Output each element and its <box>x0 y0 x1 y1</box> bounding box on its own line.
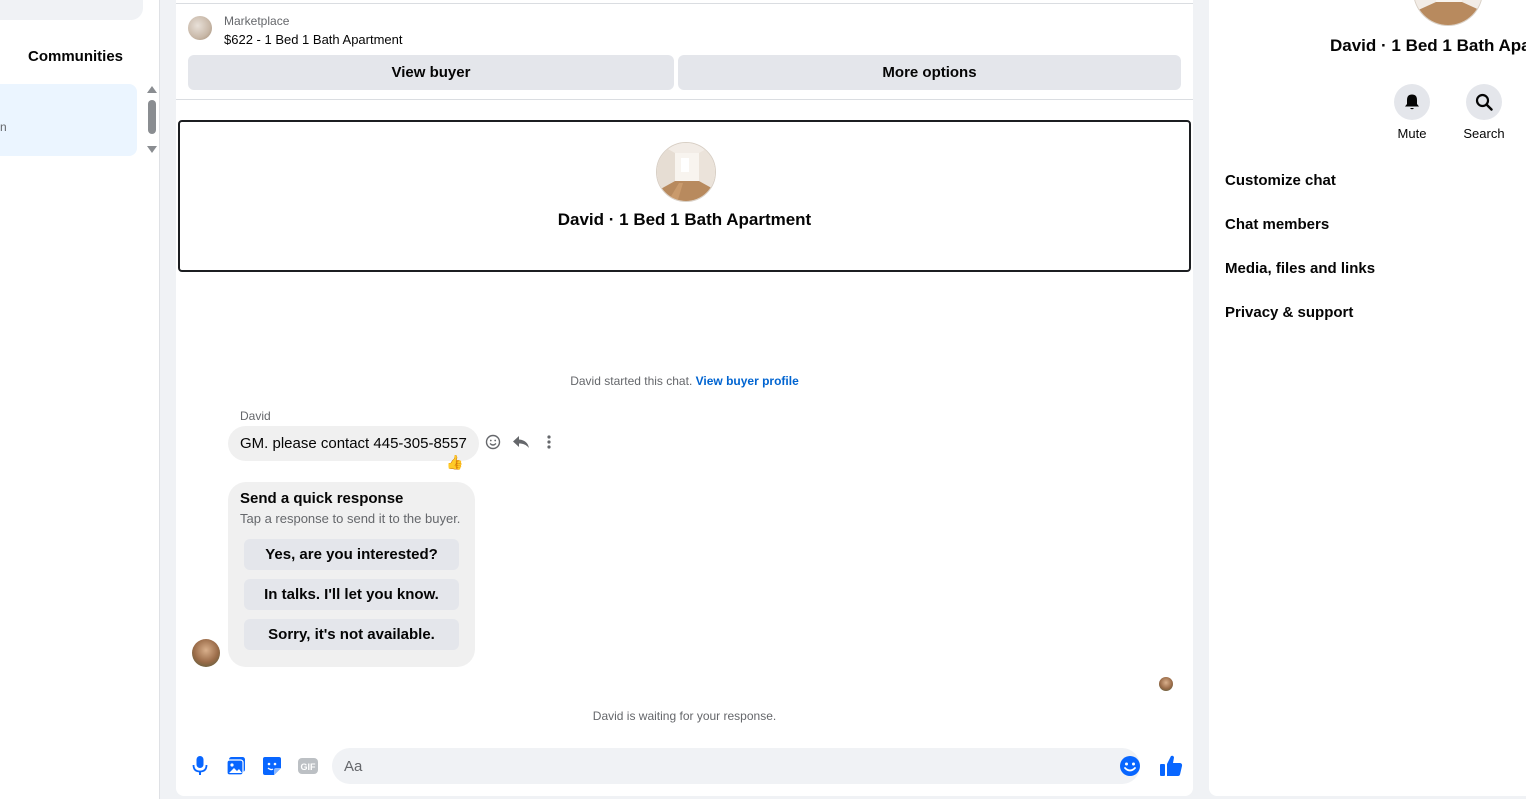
chat-header-title: David · 1 Bed 1 Bath Apartment <box>557 210 812 229</box>
left-sidebar: Communities n <box>0 0 160 799</box>
photo-icon[interactable] <box>224 754 248 778</box>
search-label: Search <box>1463 126 1505 141</box>
quick-response-subtitle: Tap a response to send it to the buyer. <box>240 511 461 526</box>
left-top-search-area[interactable] <box>0 0 143 20</box>
gif-icon[interactable]: GIF <box>296 754 320 778</box>
view-buyer-button[interactable]: View buyer <box>188 55 674 90</box>
listing-source: Marketplace <box>224 14 290 28</box>
scroll-down-arrow-icon[interactable] <box>147 146 157 153</box>
listing-title[interactable]: $622 - 1 Bed 1 Bath Apartment <box>224 32 403 47</box>
message-bubble[interactable]: GM. please contact 445-305-8557 <box>228 426 479 461</box>
quick-response-option[interactable]: Sorry, it's not available. <box>244 619 459 650</box>
listing-avatar[interactable] <box>656 142 716 202</box>
message-reaction[interactable]: 👍 <box>446 454 463 471</box>
composer-actions: GIF <box>188 754 320 778</box>
scrollbar-thumb[interactable] <box>148 100 156 134</box>
view-buyer-profile-link[interactable]: View buyer profile <box>696 374 799 388</box>
chat-panel: Marketplace $622 - 1 Bed 1 Bath Apartmen… <box>176 0 1193 796</box>
bell-icon <box>1405 94 1419 110</box>
listing-bar: Marketplace $622 - 1 Bed 1 Bath Apartmen… <box>176 3 1193 100</box>
svg-text:GIF: GIF <box>301 762 317 772</box>
chat-info-avatar[interactable] <box>1413 0 1483 26</box>
quick-response-option[interactable]: In talks. I'll let you know. <box>244 579 459 610</box>
chat-info-title: David · 1 Bed 1 Bath Apart <box>1330 36 1526 55</box>
sender-avatar[interactable] <box>192 639 220 667</box>
media-files-links-item[interactable]: Media, files and links <box>1225 260 1375 277</box>
waiting-notice: David is waiting for your response. <box>592 709 777 723</box>
mute-action[interactable]: Mute <box>1387 84 1437 141</box>
microphone-icon[interactable] <box>188 754 212 778</box>
selected-chat-item-text: n <box>0 120 7 134</box>
message-actions <box>484 433 558 451</box>
emoji-icon[interactable] <box>1118 754 1142 778</box>
privacy-support-item[interactable]: Privacy & support <box>1225 304 1353 321</box>
reply-icon[interactable] <box>512 433 530 451</box>
listing-thumbnail[interactable] <box>188 16 212 40</box>
customize-chat-item[interactable]: Customize chat <box>1225 172 1336 189</box>
chat-started-text: David started this chat. <box>570 374 693 388</box>
quick-response-option[interactable]: Yes, are you interested? <box>244 539 459 570</box>
messenger-window: Communities n Marketplace $622 - 1 Bed 1… <box>0 0 1526 799</box>
chat-members-item[interactable]: Chat members <box>1225 216 1329 233</box>
mute-button[interactable] <box>1394 84 1430 120</box>
scroll-up-arrow-icon[interactable] <box>147 86 157 93</box>
react-smiley-icon[interactable] <box>484 433 502 451</box>
quick-response-card: Send a quick response Tap a response to … <box>228 482 475 667</box>
search-icon <box>1475 93 1493 111</box>
chat-started-notice: David started this chat. View buyer prof… <box>176 374 1193 388</box>
search-action[interactable]: Search <box>1459 84 1509 141</box>
mute-label: Mute <box>1397 126 1427 141</box>
message-input[interactable] <box>332 748 1140 784</box>
quick-response-title: Send a quick response <box>240 490 404 507</box>
search-button[interactable] <box>1466 84 1502 120</box>
selected-chat-item[interactable]: n <box>0 84 137 156</box>
read-receipt-avatar <box>1159 677 1173 691</box>
more-options-button[interactable]: More options <box>678 55 1181 90</box>
tab-communities[interactable]: Communities <box>28 48 123 65</box>
message-text: GM. please contact 445-305-8557 <box>240 435 467 452</box>
sticker-icon[interactable] <box>260 754 284 778</box>
chat-header-card: David · 1 Bed 1 Bath Apartment <box>178 120 1191 272</box>
chat-info-panel: David · 1 Bed 1 Bath Apart Mute Search C… <box>1209 0 1526 796</box>
more-vertical-icon[interactable] <box>540 433 558 451</box>
thumbs-up-icon[interactable] <box>1158 753 1184 779</box>
message-sender-name: David <box>240 409 271 423</box>
